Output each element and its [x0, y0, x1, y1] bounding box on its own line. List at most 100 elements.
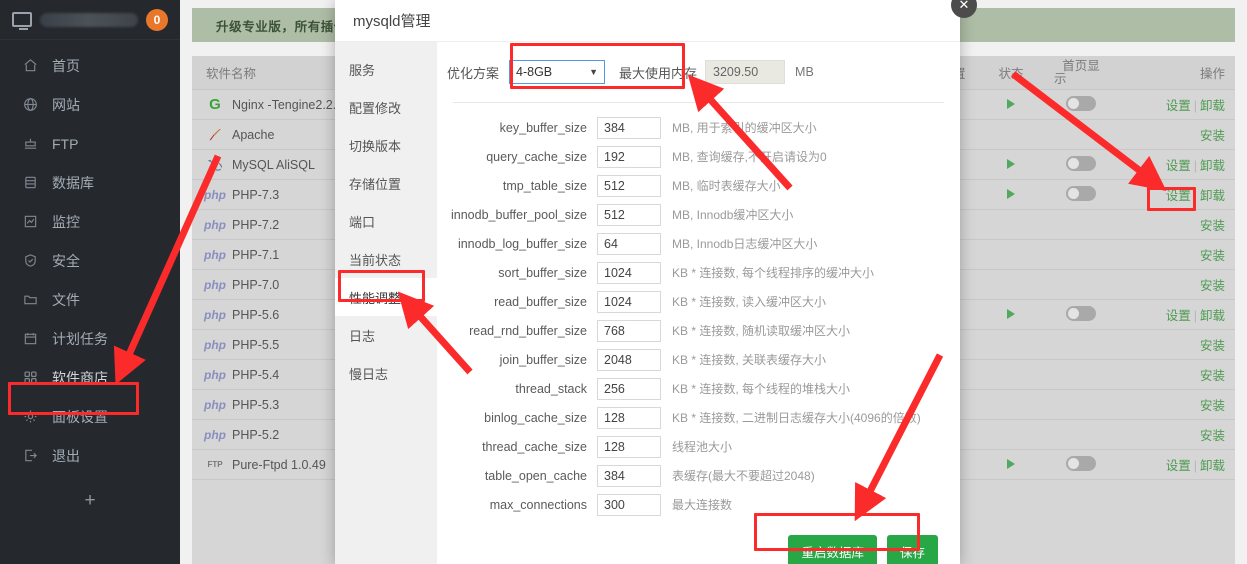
- php-icon: php: [204, 217, 226, 233]
- uninstall-link[interactable]: 卸载: [1200, 159, 1225, 173]
- install-link[interactable]: 安装: [1200, 249, 1225, 263]
- tab-label: 当前状态: [349, 252, 402, 268]
- cell-status[interactable]: [985, 158, 1037, 172]
- restart-database-button[interactable]: 重启数据库: [788, 535, 877, 564]
- scheme-select[interactable]: 4-8GB ▼: [509, 60, 606, 84]
- sidebar-item-logout[interactable]: 退出: [0, 436, 180, 475]
- sidebar-item-ftp[interactable]: FTP: [0, 124, 180, 163]
- cell-home-display[interactable]: [1037, 95, 1125, 114]
- tab-storage-path[interactable]: 存储位置: [335, 164, 437, 202]
- cell-status[interactable]: [985, 98, 1037, 112]
- globe-icon: [22, 96, 39, 113]
- sidebar-item-files[interactable]: 文件: [0, 280, 180, 319]
- sidebar-item-home[interactable]: 首页: [0, 46, 180, 85]
- install-link[interactable]: 安装: [1200, 219, 1225, 233]
- sidebar-add-button[interactable]: +: [0, 481, 180, 521]
- tab-slow-log[interactable]: 慢日志: [335, 354, 437, 392]
- uninstall-link[interactable]: 卸载: [1200, 99, 1225, 113]
- software-name: Nginx -Tengine2.2.: [232, 97, 337, 112]
- cell-status[interactable]: [985, 458, 1037, 472]
- cell-home-display[interactable]: [1037, 455, 1125, 474]
- param-description: 表缓存(最大不要超过2048): [672, 469, 815, 483]
- cell-home-display[interactable]: [1037, 155, 1125, 174]
- param-label: table_open_cache: [484, 468, 587, 483]
- home-display-toggle[interactable]: [1066, 95, 1096, 111]
- play-icon[interactable]: [1007, 308, 1015, 319]
- home-display-toggle[interactable]: [1066, 155, 1096, 171]
- app-root: 0 首页 网站 FTP 数据库 监控 安全 文件 计划任务 软件商店 面板设置 …: [0, 0, 1247, 564]
- param-description: MB, 临时表缓存大小: [672, 179, 781, 193]
- settings-link[interactable]: 设置: [1166, 459, 1191, 473]
- param-value: 128: [604, 439, 625, 454]
- param-input[interactable]: 1024: [597, 261, 661, 284]
- param-input[interactable]: 1024: [597, 290, 661, 313]
- cell-action: 安装: [1125, 365, 1235, 384]
- home-display-toggle[interactable]: [1066, 455, 1096, 471]
- sidebar-item-cron[interactable]: 计划任务: [0, 319, 180, 358]
- param-value: 512: [604, 178, 625, 193]
- param-input[interactable]: 384: [597, 464, 661, 487]
- sidebar-item-website[interactable]: 网站: [0, 85, 180, 124]
- sidebar-item-panel-settings[interactable]: 面板设置: [0, 397, 180, 436]
- param-input[interactable]: 64: [597, 232, 661, 255]
- settings-link[interactable]: 设置: [1166, 99, 1191, 113]
- play-icon[interactable]: [1007, 158, 1015, 169]
- param-description: 最大连接数: [672, 498, 733, 512]
- settings-link[interactable]: 设置: [1166, 309, 1191, 323]
- cell-status[interactable]: [985, 308, 1037, 322]
- home-display-toggle[interactable]: [1066, 185, 1096, 201]
- install-link[interactable]: 安装: [1200, 429, 1225, 443]
- tab-label: 配置修改: [349, 100, 402, 116]
- tab-port[interactable]: 端口: [335, 202, 437, 240]
- sidebar-item-security[interactable]: 安全: [0, 241, 180, 280]
- tab-current-status[interactable]: 当前状态: [335, 240, 437, 278]
- param-input[interactable]: 256: [597, 377, 661, 400]
- sidebar-item-software-store[interactable]: 软件商店: [0, 358, 180, 397]
- param-row: innodb_log_buffer_size 64 MB, Innodb日志缓冲区大…: [437, 229, 960, 258]
- cell-home-display[interactable]: [1037, 305, 1125, 324]
- param-input[interactable]: 300: [597, 493, 661, 516]
- tab-switch-version[interactable]: 切换版本: [335, 126, 437, 164]
- tab-config-edit[interactable]: 配置修改: [335, 88, 437, 126]
- param-label: max_connections: [489, 497, 587, 512]
- tab-performance-tuning[interactable]: 性能调整: [335, 278, 437, 316]
- tab-log[interactable]: 日志: [335, 316, 437, 354]
- param-label: read_buffer_size: [494, 294, 587, 309]
- install-link[interactable]: 安装: [1200, 279, 1225, 293]
- param-input[interactable]: 128: [597, 406, 661, 429]
- param-input[interactable]: 192: [597, 145, 661, 168]
- php-icon: php: [204, 277, 226, 292]
- home-icon: [22, 57, 39, 74]
- param-input[interactable]: 2048: [597, 348, 661, 371]
- save-button[interactable]: 保存: [886, 535, 938, 564]
- param-row: table_open_cache 384 表缓存(最大不要超过2048): [437, 461, 960, 490]
- param-input[interactable]: 128: [597, 435, 661, 458]
- uninstall-link[interactable]: 卸载: [1200, 189, 1225, 203]
- settings-link[interactable]: 设置: [1166, 189, 1191, 203]
- play-icon[interactable]: [1007, 458, 1015, 469]
- play-icon[interactable]: [1007, 98, 1015, 109]
- install-link[interactable]: 安装: [1200, 129, 1225, 143]
- param-value: 64: [604, 236, 618, 251]
- tab-label: 切换版本: [349, 138, 402, 154]
- param-input[interactable]: 512: [597, 203, 661, 226]
- param-input[interactable]: 768: [597, 319, 661, 342]
- install-link[interactable]: 安装: [1200, 369, 1225, 383]
- cell-status[interactable]: [985, 188, 1037, 202]
- sidebar-item-monitor[interactable]: 监控: [0, 202, 180, 241]
- uninstall-link[interactable]: 卸载: [1200, 459, 1225, 473]
- uninstall-link[interactable]: 卸载: [1200, 309, 1225, 323]
- install-link[interactable]: 安装: [1200, 339, 1225, 353]
- tab-service[interactable]: 服务: [335, 50, 437, 88]
- param-label: key_buffer_size: [499, 120, 587, 135]
- cell-home-display[interactable]: [1037, 185, 1125, 204]
- software-name: PHP-7.3: [232, 187, 280, 202]
- settings-link[interactable]: 设置: [1166, 159, 1191, 173]
- home-display-toggle[interactable]: [1066, 305, 1096, 321]
- notification-badge[interactable]: 0: [146, 8, 168, 31]
- param-input[interactable]: 384: [597, 116, 661, 139]
- install-link[interactable]: 安装: [1200, 399, 1225, 413]
- param-input[interactable]: 512: [597, 174, 661, 197]
- play-icon[interactable]: [1007, 188, 1015, 199]
- sidebar-item-database[interactable]: 数据库: [0, 163, 180, 202]
